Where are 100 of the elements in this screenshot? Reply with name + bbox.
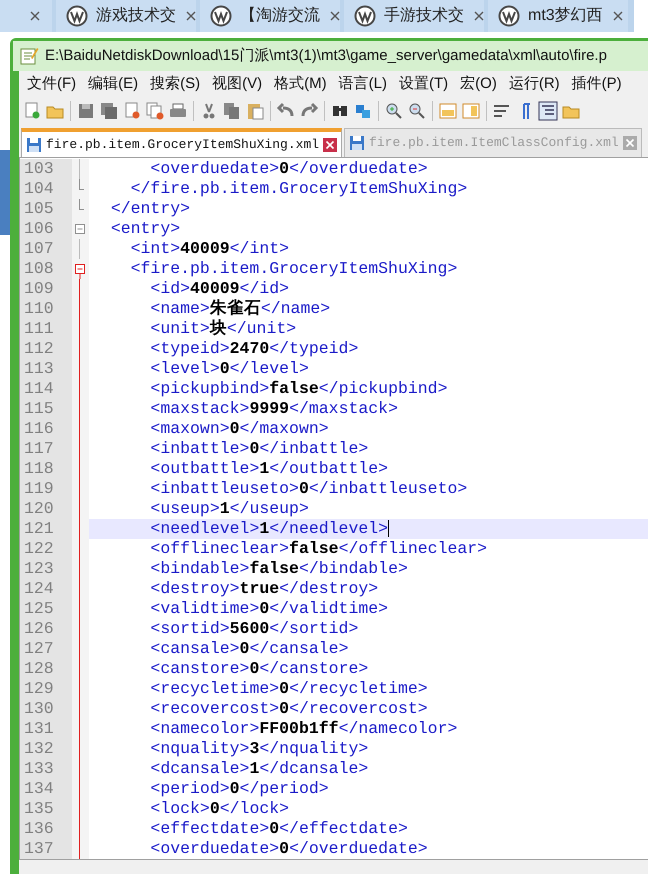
code-line: <maxown>0</maxown> bbox=[149, 419, 329, 438]
menu-item[interactable]: 设置(T) bbox=[393, 72, 454, 96]
tab-title: 【淘游交流 bbox=[240, 6, 320, 26]
line-number: 130 bbox=[24, 699, 54, 718]
code-line: <recycletime>0</recycletime> bbox=[149, 679, 428, 698]
close-icon[interactable] bbox=[323, 138, 338, 152]
menu-item[interactable]: 编辑(E) bbox=[82, 72, 144, 96]
code-line: <dcansale>1</dcansale> bbox=[149, 759, 368, 778]
tab-title: 游戏技术交 bbox=[96, 6, 176, 26]
menu-item[interactable]: 格式(M) bbox=[268, 72, 333, 96]
code-line: <validtime>0</validtime> bbox=[149, 599, 388, 618]
code-line: <namecolor>FF00b1ff</namecolor> bbox=[149, 719, 458, 738]
code-line: <sortid>5600</sortid> bbox=[149, 619, 358, 638]
close-icon[interactable] bbox=[328, 9, 342, 23]
code-line: <bindable>false</bindable> bbox=[149, 559, 408, 578]
line-number: 123 bbox=[24, 559, 54, 578]
line-number: 114 bbox=[24, 379, 54, 398]
line-number: 105 bbox=[24, 199, 54, 218]
menu-item[interactable]: 搜索(S) bbox=[144, 72, 206, 96]
code-line: <unit>块</unit> bbox=[149, 319, 296, 338]
line-number: 137 bbox=[24, 839, 54, 858]
line-number: 122 bbox=[24, 539, 54, 558]
file-tab-label: fire.pb.item.ItemClassConfig.xml bbox=[369, 134, 619, 152]
line-number: 112 bbox=[24, 339, 54, 358]
line-number: 121 bbox=[24, 519, 54, 538]
code-line: <id>40009</id> bbox=[149, 279, 290, 298]
close-icon[interactable] bbox=[622, 136, 637, 150]
code-line: <recovercost>0</recovercost> bbox=[149, 699, 428, 718]
menu-item[interactable]: 宏(O) bbox=[454, 72, 503, 96]
wordpress-logo-icon bbox=[498, 5, 520, 27]
line-number: 108 bbox=[24, 259, 54, 278]
line-number: 107 bbox=[24, 239, 54, 258]
line-number: 116 bbox=[24, 419, 54, 438]
code-line: <int>40009</int> bbox=[130, 239, 290, 258]
line-number: 120 bbox=[24, 499, 54, 518]
save-all-icon[interactable] bbox=[98, 100, 120, 122]
line-number: 118 bbox=[24, 459, 54, 478]
code-line: <useup>1</useup> bbox=[149, 499, 309, 518]
close-all-icon[interactable] bbox=[144, 100, 166, 122]
code-line: <inbattleuseto>0</inbattleuseto> bbox=[149, 479, 468, 498]
menu-item[interactable]: 插件(P) bbox=[566, 72, 628, 96]
line-number: 136 bbox=[24, 819, 54, 838]
file-tab[interactable]: fire.pb.item.GroceryItemShuXing.xml bbox=[21, 128, 342, 157]
wordpress-logo-icon bbox=[210, 5, 232, 27]
code-line: <outbattle>1</outbattle> bbox=[149, 459, 388, 478]
line-number: 111 bbox=[24, 319, 54, 338]
code-line: <inbattle>0</inbattle> bbox=[149, 439, 368, 458]
code-line: </entry> bbox=[110, 199, 190, 218]
close-icon[interactable] bbox=[610, 9, 625, 23]
code-line: <overduedate>0</overduedate> bbox=[149, 839, 428, 858]
code-line: <level>0</level> bbox=[149, 359, 309, 378]
line-number: 119 bbox=[24, 479, 54, 498]
line-number: 113 bbox=[24, 359, 54, 378]
line-number: 109 bbox=[24, 279, 54, 298]
code-line: <needlevel>1</needlevel> bbox=[149, 519, 388, 538]
menu-item[interactable]: 视图(V) bbox=[206, 72, 268, 96]
code-line: <overduedate>0</overduedate> bbox=[149, 159, 428, 178]
text-cursor bbox=[388, 520, 390, 538]
code-line: <entry> bbox=[110, 219, 180, 238]
wordpress-logo-icon bbox=[354, 5, 376, 27]
code-line: <typeid>2470</typeid> bbox=[149, 339, 358, 358]
line-number: 104 bbox=[24, 179, 54, 198]
line-number: 131 bbox=[24, 719, 54, 738]
code-line: <destroy>true</destroy> bbox=[149, 579, 378, 598]
line-number: 106 bbox=[24, 219, 54, 238]
browser-tab[interactable]: mt3梦幻西 bbox=[488, 0, 628, 32]
line-number: 128 bbox=[24, 659, 54, 678]
menu-item[interactable]: 文件(F) bbox=[21, 72, 82, 96]
close-icon[interactable] bbox=[184, 9, 198, 23]
menu-item[interactable]: 语言(L) bbox=[332, 72, 393, 96]
save-icon bbox=[26, 136, 42, 152]
line-number: 110 bbox=[24, 299, 54, 318]
code-line: <lock>0</lock> bbox=[149, 799, 290, 818]
line-number: 117 bbox=[24, 439, 54, 458]
line-number: 127 bbox=[24, 639, 54, 658]
menu-item[interactable]: 运行(R) bbox=[502, 72, 566, 96]
browser-tab[interactable]: 游戏技术交 bbox=[56, 0, 196, 32]
line-number: 132 bbox=[24, 739, 54, 758]
code-line: <offlineclear>false</offlineclear> bbox=[149, 539, 488, 558]
close-icon[interactable] bbox=[28, 9, 42, 23]
notepad-icon bbox=[19, 46, 39, 66]
tab-title: 手游技术交 bbox=[384, 6, 464, 26]
file-tab-label: fire.pb.item.GroceryItemShuXing.xml bbox=[46, 136, 320, 154]
code-line: <nquality>3</nquality> bbox=[149, 739, 368, 758]
line-number: 115 bbox=[24, 399, 54, 418]
code-line: <pickupbind>false</pickupbind> bbox=[149, 379, 448, 398]
code-line: <name>朱雀石</name> bbox=[149, 299, 330, 318]
close-icon[interactable] bbox=[472, 9, 486, 23]
line-number: 124 bbox=[24, 579, 54, 598]
tab-title: mt3梦幻西 bbox=[528, 6, 603, 26]
browser-tab[interactable]: 【淘游交流 bbox=[200, 0, 340, 32]
code-line: <canstore>0</canstore> bbox=[149, 659, 368, 678]
code-line: <period>0</period> bbox=[149, 779, 329, 798]
code-line: <maxstack>9999</maxstack> bbox=[149, 399, 398, 418]
code-line: <fire.pb.item.GroceryItemShuXing> bbox=[130, 259, 458, 278]
save-icon bbox=[349, 135, 366, 151]
line-number: 103 bbox=[24, 159, 54, 178]
line-number: 133 bbox=[24, 759, 54, 778]
line-number: 129 bbox=[24, 679, 54, 698]
browser-tab[interactable]: 手游技术交 bbox=[344, 0, 484, 32]
